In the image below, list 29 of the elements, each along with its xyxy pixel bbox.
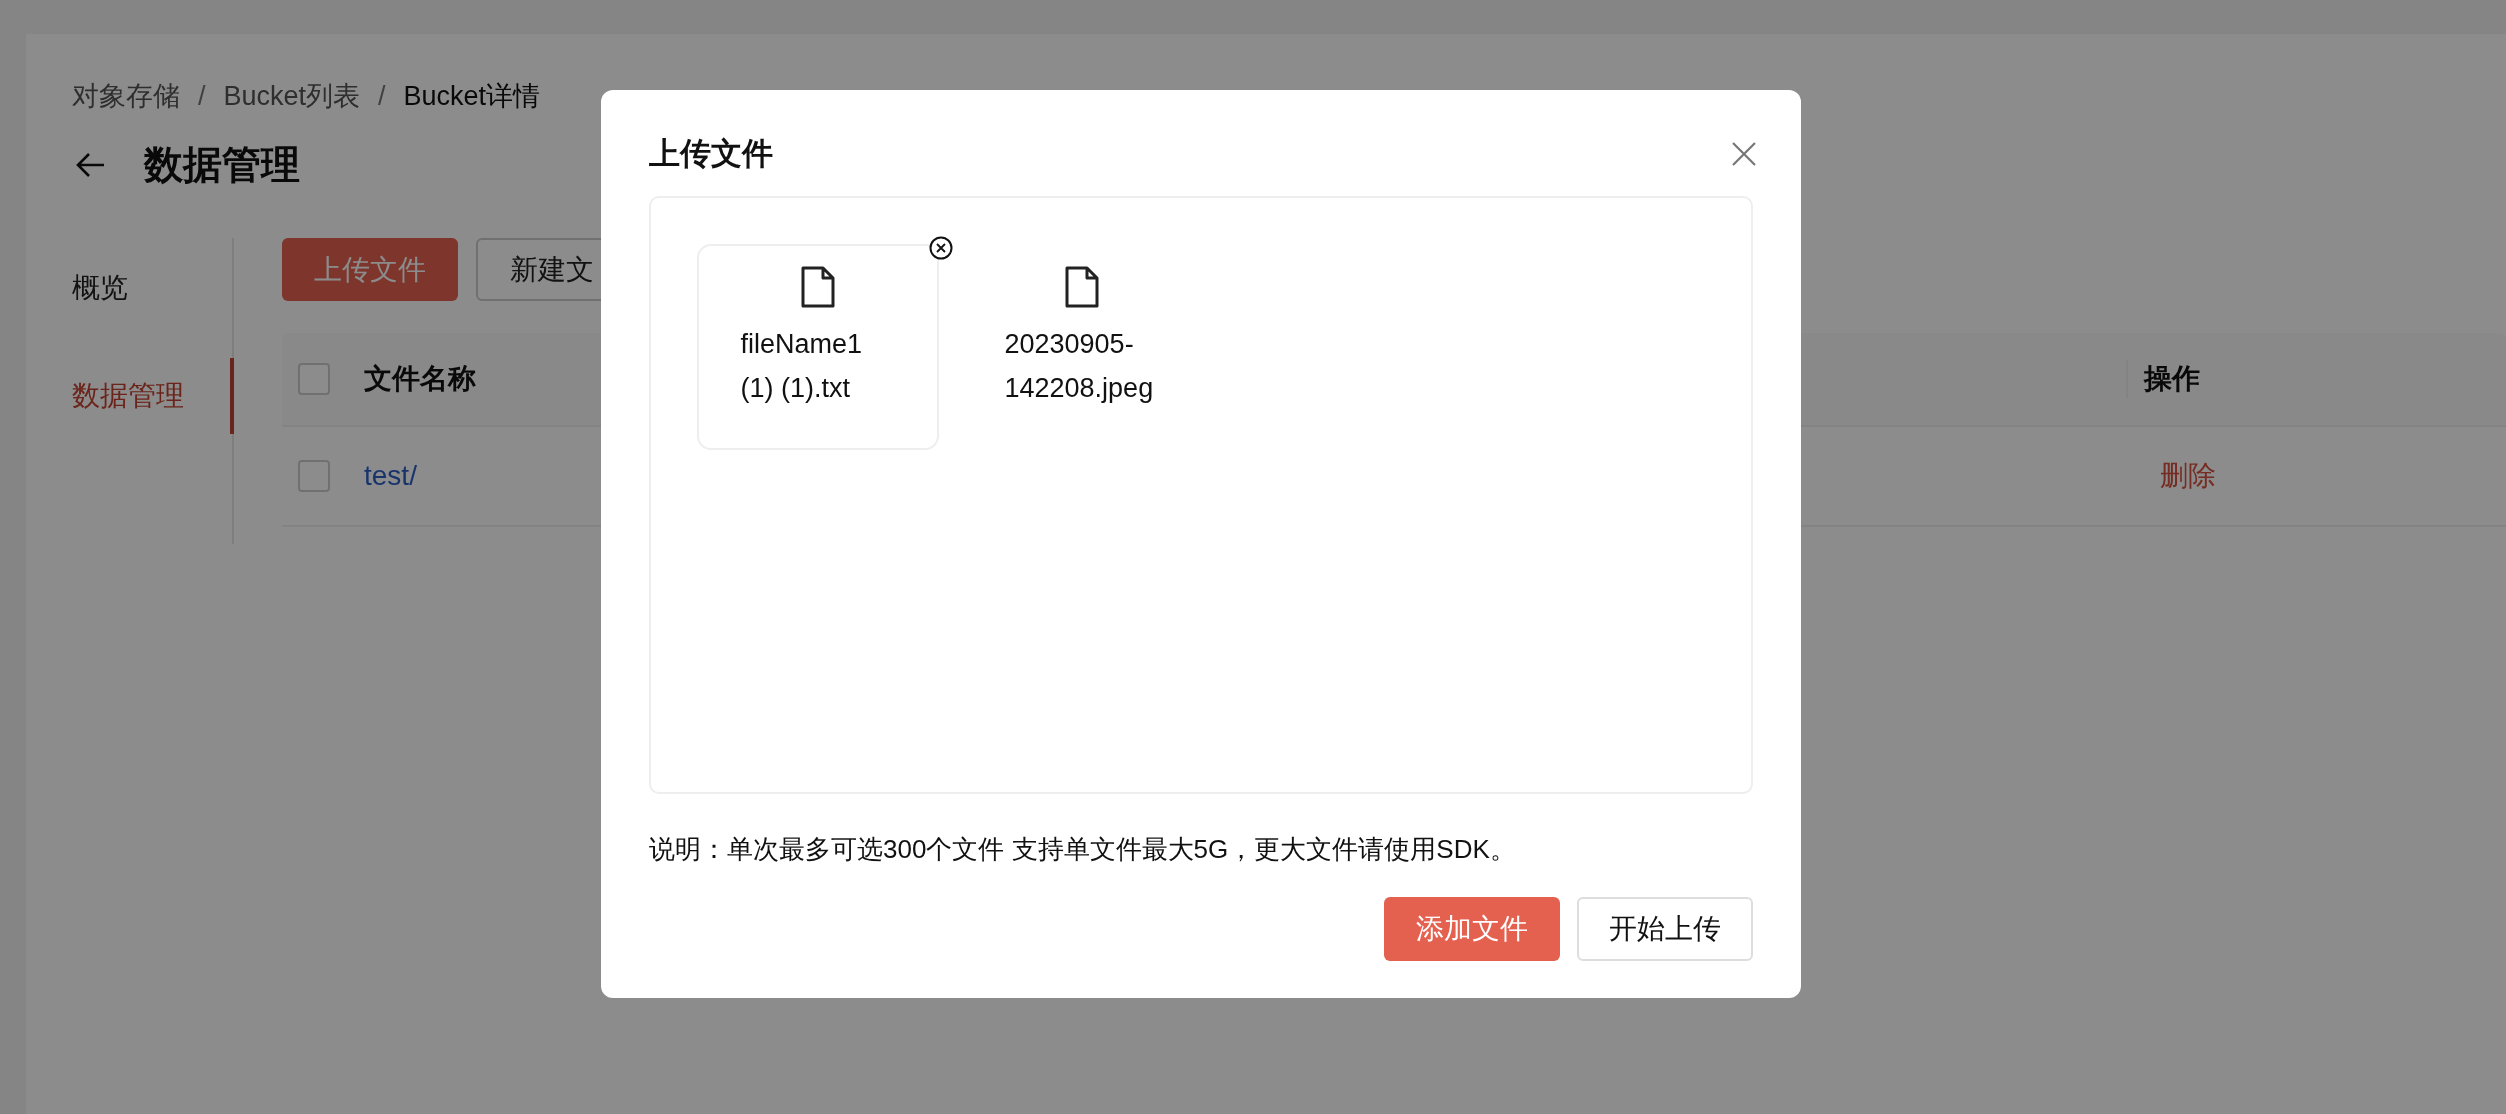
file-icon bbox=[801, 266, 835, 308]
file-drop-area[interactable]: fileName1 (1) (1).txt 20230905-142208.jpeg bbox=[649, 196, 1753, 794]
page-title: 数据管理 bbox=[144, 142, 300, 188]
breadcrumb-item[interactable]: 对象存储 bbox=[72, 78, 180, 114]
file-card[interactable]: fileName1 (1) (1).txt bbox=[697, 244, 939, 450]
breadcrumb-separator: / bbox=[198, 80, 206, 112]
upload-button[interactable]: 上传文件 bbox=[282, 238, 458, 301]
sidebar-item[interactable]: 概览 bbox=[72, 260, 234, 316]
sidebar-item[interactable]: 数据管理 bbox=[72, 358, 234, 434]
breadcrumb-item: Bucket详情 bbox=[403, 80, 541, 113]
remove-icon[interactable] bbox=[929, 236, 953, 260]
breadcrumb-item[interactable]: Bucket列表 bbox=[223, 78, 361, 114]
folder-link[interactable]: test/ bbox=[364, 460, 417, 492]
file-name: fileName1 (1) (1).txt bbox=[740, 328, 864, 405]
dialog-title: 上传文件 bbox=[649, 135, 773, 173]
upload-note: 说明：单次最多可选300个文件 支持单文件最大5G，更大文件请使用SDK。 bbox=[649, 833, 1517, 866]
checkbox[interactable] bbox=[298, 460, 330, 492]
delete-link[interactable]: 删除 bbox=[2126, 457, 2506, 495]
file-name: 20230905-142208.jpeg bbox=[1004, 328, 1155, 405]
column-header: 文件名称 bbox=[364, 362, 476, 396]
file-card[interactable]: 20230905-142208.jpeg bbox=[961, 244, 1203, 450]
checkbox[interactable] bbox=[298, 363, 330, 395]
breadcrumb-separator: / bbox=[378, 80, 386, 112]
column-header: 操作 bbox=[2126, 360, 2506, 398]
file-icon bbox=[1065, 266, 1099, 308]
close-icon[interactable] bbox=[1731, 141, 1757, 167]
back-arrow-icon[interactable] bbox=[76, 152, 106, 178]
add-files-button[interactable]: 添加文件 bbox=[1384, 897, 1560, 961]
start-upload-button[interactable]: 开始上传 bbox=[1577, 897, 1753, 961]
